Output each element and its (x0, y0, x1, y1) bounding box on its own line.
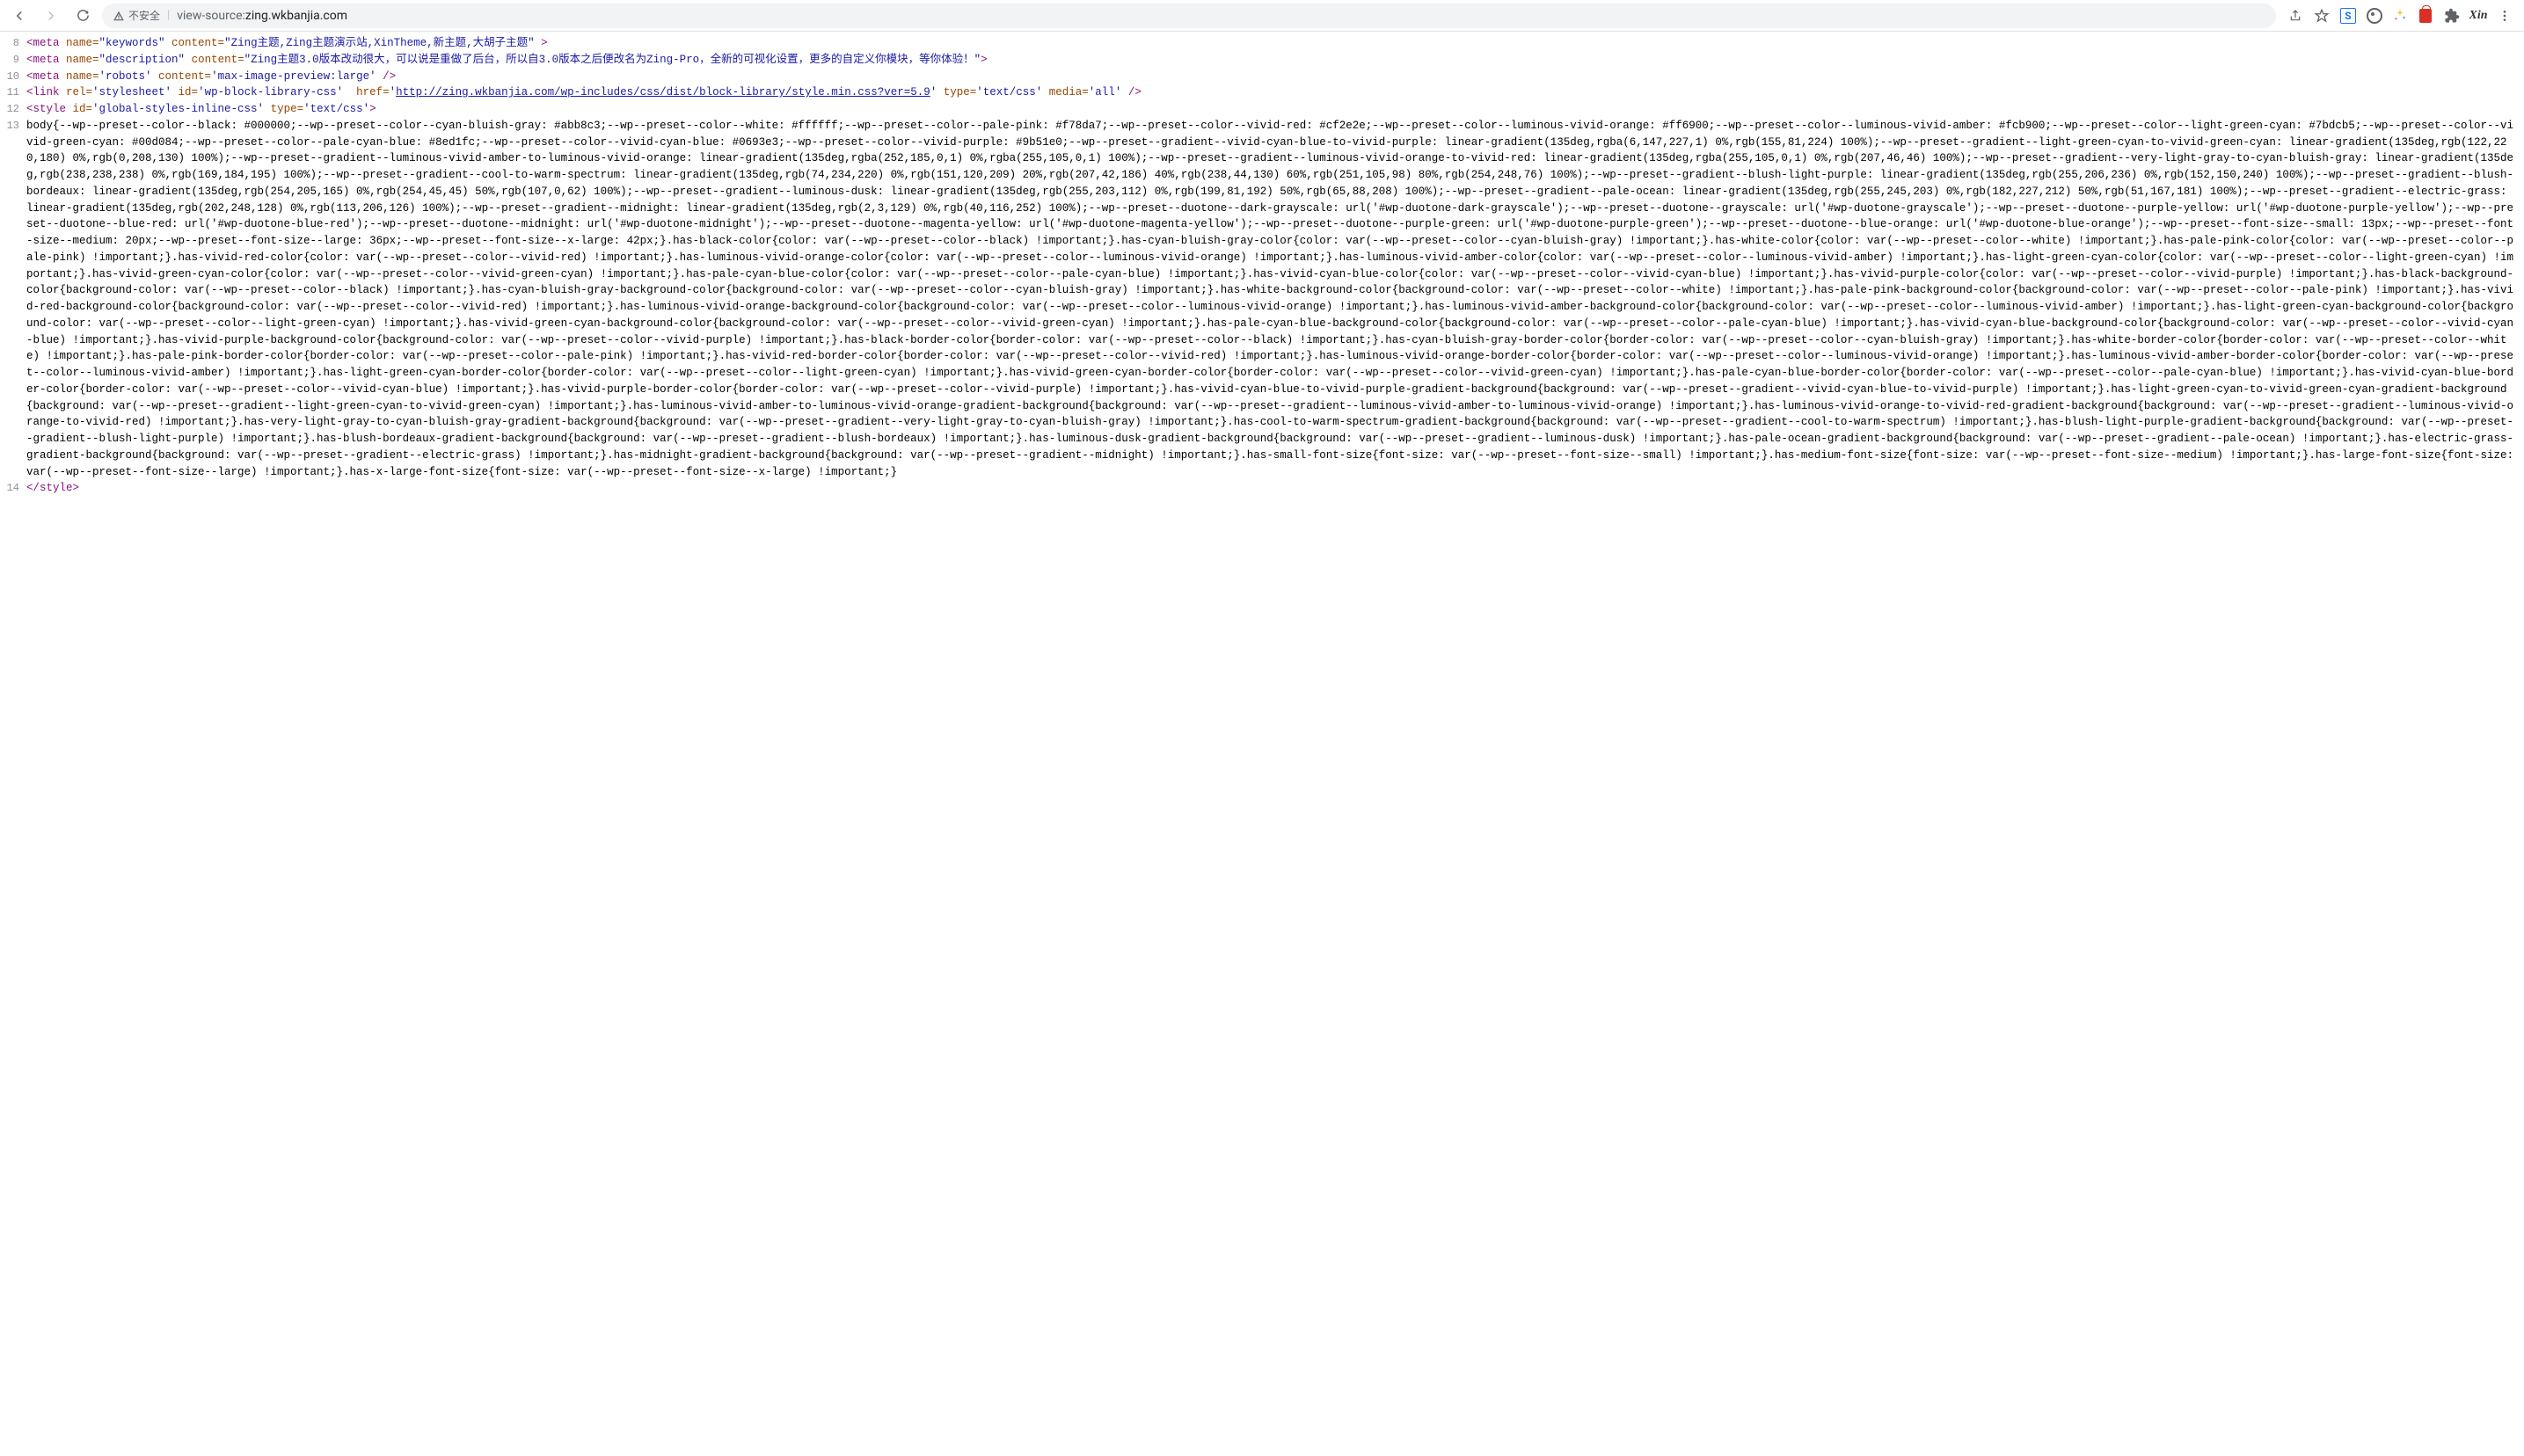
line-number: 14 (0, 480, 26, 496)
reload-button[interactable] (70, 4, 95, 28)
puzzle-icon (2444, 8, 2460, 24)
extension-circle[interactable] (2366, 7, 2383, 25)
line-code[interactable]: <meta name="description" content="Zing主题… (26, 52, 2524, 69)
share-icon (2288, 9, 2302, 23)
line-number: 9 (0, 52, 26, 68)
site-security-indicator[interactable]: 不安全 (113, 8, 160, 23)
stylesheet-link[interactable]: http://zing.wkbanjia.com/wp-includes/css… (396, 86, 930, 98)
line-code[interactable]: <meta name="keywords" content="Zing主题,Zi… (26, 35, 2524, 52)
source-line: 13 body{--wp--preset--color--black: #000… (0, 118, 2524, 481)
star-icon (2314, 8, 2330, 24)
kebab-icon (2498, 9, 2512, 23)
reload-icon (76, 8, 91, 23)
line-number: 11 (0, 84, 26, 100)
browser-toolbar: 不安全 | view-source:zing.wkbanjia.com S Xi… (0, 0, 2524, 32)
line-number: 10 (0, 69, 26, 84)
circle-icon (2367, 8, 2382, 24)
bookmark-button[interactable] (2313, 7, 2331, 25)
address-bar[interactable]: 不安全 | view-source:zing.wkbanjia.com (102, 4, 2276, 28)
line-code[interactable]: </style> (26, 480, 2524, 497)
back-button[interactable] (7, 4, 32, 28)
extension-sparkle[interactable] (2392, 8, 2408, 24)
source-line: 9 <meta name="description" content="Zing… (0, 52, 2524, 69)
extension-xin[interactable]: Xin (2469, 7, 2487, 25)
forward-button[interactable] (39, 4, 63, 28)
extension-s[interactable]: S (2339, 7, 2357, 25)
line-code[interactable]: <link rel='stylesheet' id='wp-block-libr… (26, 84, 2524, 101)
s-badge-icon: S (2340, 8, 2356, 24)
toolbar-actions: S Xin (2283, 7, 2517, 25)
line-code[interactable]: <style id='global-styles-inline-css' typ… (26, 101, 2524, 118)
source-line: 11 <link rel='stylesheet' id='wp-block-l… (0, 84, 2524, 101)
line-number: 13 (0, 118, 26, 134)
line-code[interactable]: <meta name='robots' content='max-image-p… (26, 69, 2524, 85)
bag-icon (2419, 9, 2432, 23)
source-code-view: 8 <meta name="keywords" content="Zing主题,… (0, 32, 2524, 500)
warning-triangle-icon (113, 10, 125, 22)
arrow-left-icon (11, 8, 27, 24)
extensions-button[interactable] (2443, 7, 2461, 25)
xin-logo-icon: Xin (2469, 9, 2488, 23)
source-line: 12 <style id='global-styles-inline-css' … (0, 101, 2524, 118)
source-line: 8 <meta name="keywords" content="Zing主题,… (0, 35, 2524, 52)
source-line: 14 </style> (0, 480, 2524, 497)
source-line: 10 <meta name='robots' content='max-imag… (0, 69, 2524, 85)
sparkle-icon (2392, 8, 2408, 24)
security-label: 不安全 (128, 8, 160, 23)
extension-shopping[interactable] (2417, 7, 2434, 25)
menu-button[interactable] (2496, 7, 2513, 25)
line-number: 8 (0, 35, 26, 51)
line-code[interactable]: body{--wp--preset--color--black: #000000… (26, 118, 2524, 481)
url-text: view-source:zing.wkbanjia.com (177, 9, 347, 23)
share-button[interactable] (2287, 7, 2304, 25)
arrow-right-icon (43, 8, 59, 24)
line-number: 12 (0, 101, 26, 117)
